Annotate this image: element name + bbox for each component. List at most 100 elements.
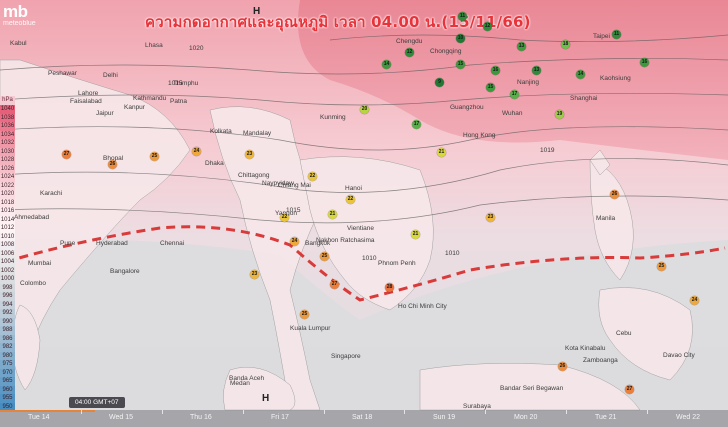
timeline-day-label[interactable]: Fri 17 <box>271 414 289 421</box>
legend-level: 1004 <box>0 258 15 267</box>
temperature-station[interactable]: 20 <box>360 105 369 114</box>
place-label: Lahore <box>78 90 99 97</box>
legend-level: 982 <box>0 343 15 352</box>
temperature-station[interactable]: 24 <box>690 296 699 305</box>
legend-level: 980 <box>0 351 15 360</box>
temperature-station[interactable]: 24 <box>192 147 201 156</box>
legend-level: 970 <box>0 368 15 377</box>
timeline-bar[interactable]: Tue 14 Wed 15 Thu 16 Fri 17 Sat 18 Sun 19 Mon … <box>0 410 728 427</box>
place-label: Nakhon Ratchasima <box>316 237 375 244</box>
temperature-station[interactable]: 28 <box>385 283 394 292</box>
place-label: Vientiane <box>347 225 374 232</box>
temperature-station[interactable]: 26 <box>610 190 619 199</box>
place-label: Bandar Seri Begawan <box>500 385 564 392</box>
meteoblue-logo[interactable]: mb meteoblue <box>3 3 37 31</box>
weather-map-view: mb meteoblue ความกดอากาศและอุณหภูมิ เวลา… <box>0 0 728 427</box>
place-label: Taipei <box>593 33 610 40</box>
temperature-station[interactable]: 23 <box>486 213 495 222</box>
legend-level: 1040 <box>0 105 15 114</box>
temperature-station[interactable]: 11 <box>458 12 467 21</box>
temperature-station[interactable]: 12 <box>483 22 492 31</box>
place-label: Kota Kinabalu <box>565 345 606 352</box>
place-label: Kuala Lumpur <box>290 325 331 332</box>
temperature-station[interactable]: 25 <box>320 252 329 261</box>
isobar-label: 1015 <box>168 80 183 87</box>
legend-level: 1016 <box>0 207 15 216</box>
legend-level: 986 <box>0 334 15 343</box>
legend-level: 1012 <box>0 224 15 233</box>
temperature-station[interactable]: 21 <box>411 230 420 239</box>
isobar-label: 1010 <box>445 250 460 257</box>
temperature-station[interactable]: 17 <box>412 120 421 129</box>
timeline-day-label[interactable]: Tue 21 <box>595 414 617 421</box>
pressure-temperature-map[interactable] <box>0 0 728 427</box>
temperature-station[interactable]: 10 <box>456 34 465 43</box>
temperature-station[interactable]: 22 <box>308 172 317 181</box>
legend-level: 1000 <box>0 275 15 284</box>
temperature-station[interactable]: 17 <box>510 90 519 99</box>
temperature-station[interactable]: 15 <box>456 60 465 69</box>
temperature-station[interactable]: 9 <box>435 78 444 87</box>
place-label: Chengdu <box>396 38 423 45</box>
legend-unit: hPa <box>0 96 15 105</box>
place-label: Bangalore <box>110 268 140 275</box>
temperature-station[interactable]: 21 <box>328 210 337 219</box>
timeline-day-label[interactable]: Sat 18 <box>352 414 372 421</box>
place-label: Dhaka <box>205 160 224 167</box>
temperature-station[interactable]: 21 <box>437 148 446 157</box>
place-label: Faisalabad <box>70 98 102 105</box>
temperature-station[interactable]: 16 <box>640 58 649 67</box>
timeline-day-label[interactable]: Sun 19 <box>433 414 455 421</box>
temperature-station[interactable]: 19 <box>555 110 564 119</box>
timeline-day-label[interactable]: Tue 14 <box>28 414 50 421</box>
temperature-station[interactable]: 27 <box>62 150 71 159</box>
temperature-station[interactable]: 16 <box>491 66 500 75</box>
temperature-station[interactable]: 26 <box>558 362 567 371</box>
legend-level: 1002 <box>0 266 15 275</box>
legend-level: 992 <box>0 309 15 318</box>
timeline-day-label[interactable]: Thu 16 <box>190 414 212 421</box>
legend-level: 1020 <box>0 190 15 199</box>
temperature-station[interactable]: 22 <box>346 195 355 204</box>
temperature-station[interactable]: 25 <box>657 262 666 271</box>
place-label: Kaohsiung <box>600 75 631 82</box>
temperature-station[interactable]: 26 <box>108 160 117 169</box>
place-label: Karachi <box>40 190 63 197</box>
timeline-day-label[interactable]: Mon 20 <box>514 414 537 421</box>
temperature-station[interactable]: 27 <box>625 385 634 394</box>
temperature-station[interactable]: 23 <box>250 270 259 279</box>
temperature-station[interactable]: 27 <box>330 280 339 289</box>
temperature-station[interactable]: 22 <box>280 213 289 222</box>
timeline-day-label[interactable]: Wed 22 <box>676 414 700 421</box>
timeline-tick <box>647 410 648 414</box>
place-label: Manila <box>596 215 616 222</box>
isobar-label: 1010 <box>362 255 377 262</box>
legend-level: 1008 <box>0 241 15 250</box>
temperature-station[interactable]: 14 <box>382 60 391 69</box>
temperature-station[interactable]: 25 <box>150 152 159 161</box>
logo-text: mb <box>3 2 28 21</box>
legend-level: 994 <box>0 300 15 309</box>
temperature-station[interactable]: 24 <box>290 237 299 246</box>
place-label: Singapore <box>331 353 361 360</box>
temperature-station[interactable]: 13 <box>532 66 541 75</box>
place-label: Hyderabad <box>96 240 128 247</box>
timeline-day-label[interactable]: Wed 15 <box>109 414 133 421</box>
temperature-station[interactable]: 23 <box>245 150 254 159</box>
temperature-station[interactable]: 15 <box>486 83 495 92</box>
temperature-station[interactable]: 14 <box>576 70 585 79</box>
place-label: Chiang Mai <box>278 182 311 189</box>
place-label: Hanoi <box>345 185 362 192</box>
place-label: Hong Kong <box>463 132 496 139</box>
temperature-station[interactable]: 13 <box>517 42 526 51</box>
temperature-station[interactable]: 25 <box>300 310 309 319</box>
temperature-station[interactable]: 11 <box>612 30 621 39</box>
temperature-station[interactable]: 18 <box>561 40 570 49</box>
place-label: Ho Chi Minh City <box>398 303 447 310</box>
temperature-station[interactable]: 12 <box>405 48 414 57</box>
current-time-chip[interactable]: 04:00 GMT+07 <box>69 397 125 408</box>
legend-level: 1026 <box>0 164 15 173</box>
place-label: Patna <box>170 98 187 105</box>
timeline-tick <box>485 410 486 414</box>
timeline-tick <box>404 410 405 414</box>
